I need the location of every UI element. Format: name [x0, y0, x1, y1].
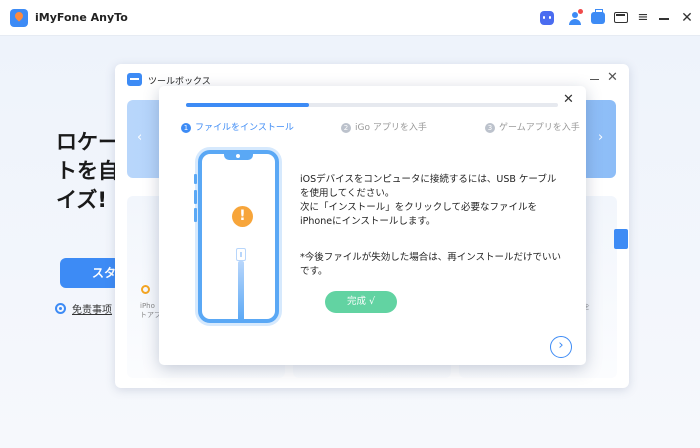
start-button[interactable]: スタ	[60, 258, 120, 288]
usb-cable-icon	[236, 248, 246, 321]
chevron-right-icon[interactable]: ›	[598, 130, 603, 145]
step-number: 1	[181, 123, 191, 133]
tool-card-icon	[141, 285, 150, 294]
cable-plug	[236, 248, 246, 261]
minimize-icon[interactable]	[657, 11, 671, 25]
phone-side-button	[194, 208, 197, 222]
warning-icon: !	[232, 206, 253, 227]
progress-fill	[186, 103, 309, 107]
close-icon[interactable]: ✕	[680, 11, 694, 25]
side-panel-edge	[614, 229, 628, 249]
step-label: ファイルをインストール	[195, 123, 294, 133]
phone-side-button	[194, 190, 197, 204]
reinstall-note: *今後ファイルが失効した場合は、再インストールだけでいいです。	[300, 252, 562, 277]
menu-icon[interactable]: ≡	[636, 11, 650, 25]
progress-bar	[186, 103, 558, 107]
app-titlebar: iMyFone AnyTo ≡ ✕	[0, 0, 700, 36]
tool-card-text-line: iPho	[140, 302, 155, 310]
step-number: 3	[485, 123, 495, 133]
cable-wire	[238, 261, 244, 321]
terms-radio[interactable]	[55, 303, 66, 314]
discord-icon[interactable]	[540, 11, 554, 25]
toolbox-minimize-icon[interactable]	[589, 72, 601, 86]
phone-side-button	[194, 174, 197, 184]
dialog-close-icon[interactable]: ✕	[563, 93, 574, 107]
done-button[interactable]: 完成 √	[325, 291, 397, 313]
step-label: ゲームアプリを入手	[499, 123, 580, 133]
instruction-text: iOSデバイスをコンピュータに接続するには、USB ケーブルを使用してください。…	[300, 173, 562, 229]
step-label: iGo アプリを入手	[355, 123, 427, 133]
step-get-igo: 2 iGo アプリを入手	[341, 120, 427, 133]
iphone-illustration: !	[194, 150, 279, 323]
step-install-file: 1 ファイルをインストール	[181, 120, 294, 133]
tool-card-text-line: トアプ	[140, 311, 160, 319]
step-get-game-app: 3 ゲームアプリを入手	[485, 120, 580, 133]
start-button-label: スタ	[92, 266, 117, 280]
toolbox-close-icon[interactable]: ✕	[607, 71, 618, 85]
toolbox-icon[interactable]	[591, 9, 605, 24]
tool-card-text: iPho トアプ	[140, 302, 160, 320]
next-arrow-button[interactable]: ›	[550, 336, 572, 358]
step-number: 2	[341, 123, 351, 133]
notification-dot	[578, 9, 583, 14]
instruction-line: 次に「インストール」をクリックして必要なファイルをiPhoneにインストールしま…	[300, 202, 538, 227]
instruction-line: iOSデバイスをコンピュータに接続するには、USB ケーブルを使用してください。	[300, 174, 557, 199]
toolbox-window-icon	[127, 73, 142, 86]
install-dialog: ✕ 1 ファイルをインストール 2 iGo アプリを入手 3 ゲームアプリを入手 ! …	[159, 86, 586, 365]
mail-icon[interactable]	[614, 12, 628, 23]
phone-notch	[224, 153, 253, 160]
app-title: iMyFone AnyTo	[35, 11, 128, 24]
app-logo-icon	[10, 9, 28, 27]
terms-link[interactable]: 免责事项	[72, 301, 116, 316]
chevron-left-icon[interactable]: ‹	[137, 130, 142, 145]
